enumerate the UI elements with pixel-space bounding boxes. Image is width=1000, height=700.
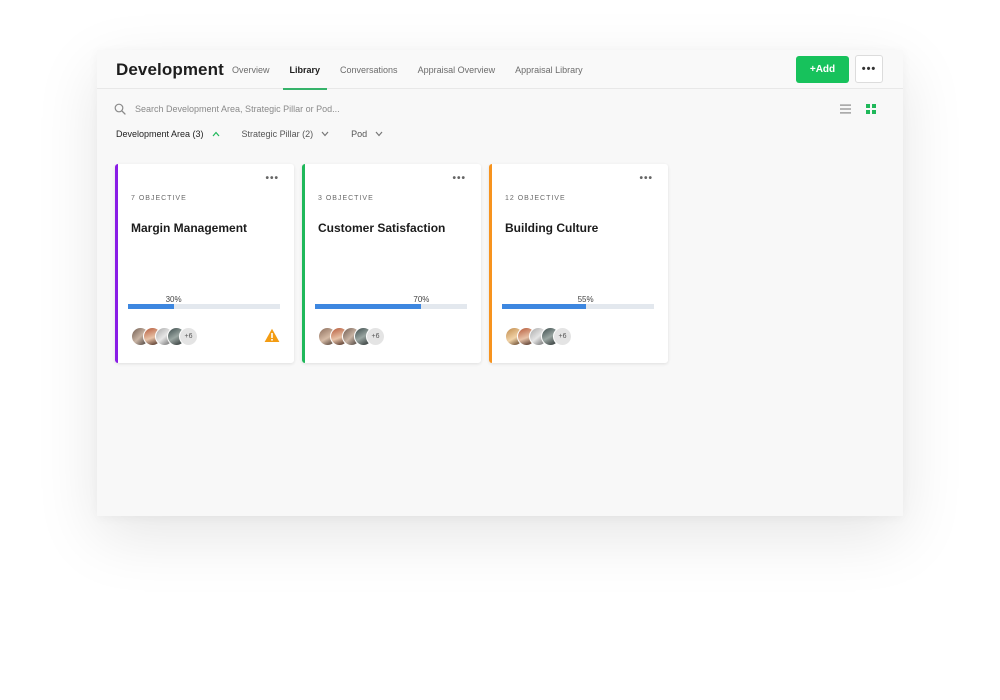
- card-accent-bar: [489, 164, 492, 363]
- page-title: Development: [116, 60, 224, 79]
- more-options-button[interactable]: •••: [855, 55, 883, 83]
- card-menu-icon[interactable]: •••: [452, 173, 466, 184]
- grid-view-toggle[interactable]: [864, 102, 878, 116]
- objective-count: 3 OBJECTIVE: [318, 195, 374, 202]
- objective-card[interactable]: ••• 7 OBJECTIVE Margin Management 30% +6: [115, 164, 294, 363]
- card-menu-icon[interactable]: •••: [265, 173, 279, 184]
- list-icon: [839, 104, 851, 114]
- progress-label: 30%: [165, 295, 182, 304]
- progress-fill: [315, 304, 422, 309]
- search-bar: [114, 101, 534, 117]
- filter-bar: Development Area (3) Strategic Pillar (2…: [116, 129, 405, 139]
- top-header: Development Overview Library Conversatio…: [97, 50, 903, 90]
- tab-conversations[interactable]: Conversations: [330, 50, 408, 89]
- objective-card[interactable]: ••• 12 OBJECTIVE Building Culture 55% +6: [489, 164, 668, 363]
- warning-icon: [264, 328, 280, 342]
- objective-count: 12 OBJECTIVE: [505, 195, 566, 202]
- card-title: Margin Management: [131, 221, 248, 235]
- grid-icon: [866, 104, 876, 114]
- progress-fill: [502, 304, 586, 309]
- avatar-overflow-count: +6: [366, 327, 385, 346]
- progress-fill: [128, 304, 174, 309]
- tab-bar: Overview Library Conversations Appraisal…: [222, 50, 593, 90]
- more-dots-icon: •••: [861, 63, 877, 75]
- chevron-down-icon: [321, 131, 329, 137]
- filter-pod[interactable]: Pod: [351, 129, 383, 139]
- progress-bar: [315, 304, 467, 309]
- avatar-overflow-count: +6: [179, 327, 198, 346]
- filter-strategic-pillar[interactable]: Strategic Pillar (2): [242, 129, 330, 139]
- app-window: Development Overview Library Conversatio…: [97, 50, 903, 516]
- tab-overview[interactable]: Overview: [222, 50, 280, 89]
- card-accent-bar: [302, 164, 305, 363]
- progress-label: 70%: [413, 295, 430, 304]
- chevron-down-icon: [375, 131, 383, 137]
- objective-count: 7 OBJECTIVE: [131, 195, 187, 202]
- tab-appraisal-overview[interactable]: Appraisal Overview: [408, 50, 506, 89]
- tab-library[interactable]: Library: [280, 50, 331, 90]
- progress-bar: [502, 304, 654, 309]
- filter-label: Pod: [351, 129, 368, 139]
- add-button[interactable]: +Add: [796, 56, 849, 83]
- progress-label: 55%: [577, 295, 594, 304]
- avatar-overflow-count: +6: [553, 327, 572, 346]
- filter-development-area[interactable]: Development Area (3): [116, 129, 220, 139]
- card-menu-icon[interactable]: •••: [639, 173, 653, 184]
- card-title: Customer Satisfaction: [318, 221, 446, 235]
- avatar-group[interactable]: +6: [505, 327, 572, 347]
- list-view-toggle[interactable]: [838, 102, 852, 116]
- search-input[interactable]: [135, 104, 515, 114]
- progress-bar: [128, 304, 280, 309]
- filter-label: Development Area (3): [116, 129, 204, 139]
- chevron-up-icon: [212, 131, 220, 137]
- card-accent-bar: [115, 164, 118, 363]
- filter-label: Strategic Pillar (2): [241, 129, 314, 139]
- tab-appraisal-library[interactable]: Appraisal Library: [505, 50, 593, 89]
- card-title: Building Culture: [505, 221, 599, 235]
- objective-card[interactable]: ••• 3 OBJECTIVE Customer Satisfaction 70…: [302, 164, 481, 363]
- avatar-group[interactable]: +6: [131, 327, 198, 347]
- avatar-group[interactable]: +6: [318, 327, 385, 347]
- search-icon: [114, 103, 126, 115]
